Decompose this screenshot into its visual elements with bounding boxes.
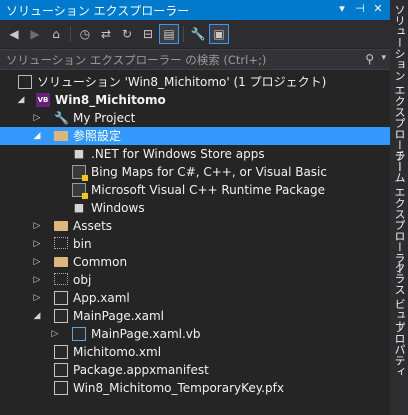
collapse-arrow-icon[interactable]: ▷ [32, 271, 42, 289]
tree-item-app-xaml[interactable]: ▷ App.xaml [0, 289, 390, 307]
preview-icon[interactable]: ▣ [209, 24, 229, 44]
tree-item-label: Common [73, 255, 128, 269]
xaml-file-icon [54, 291, 68, 305]
tree-item-label: Microsoft Visual C++ Runtime Package [91, 183, 326, 197]
tree-item-michitomo-xml[interactable]: Michitomo.xml [0, 343, 390, 361]
collapse-arrow-icon[interactable]: ▷ [32, 217, 42, 235]
collapse-arrow-icon[interactable]: ▷ [32, 253, 42, 271]
collapse-arrow-icon[interactable]: ▷ [32, 235, 42, 253]
side-tab-strip: ソリューション エクスプローラー チーム エクスプローラー クラス ビュー プロ… [390, 0, 408, 415]
home-icon[interactable]: ⌂ [46, 24, 66, 44]
sync-icon[interactable]: ⇄ [96, 24, 116, 44]
reference-icon: ■ [73, 201, 85, 214]
dropdown-icon[interactable]: ▾ [334, 1, 350, 17]
tree-item-label: Bing Maps for C#, C++, or Visual Basic [91, 165, 327, 179]
tree-item-references[interactable]: ◢ 参照設定 [0, 127, 390, 145]
tree-item-ref-bing[interactable]: Bing Maps for C#, C++, or Visual Basic [0, 163, 390, 181]
tree-item-bin[interactable]: ▷ bin [0, 235, 390, 253]
tree-item-label: .NET for Windows Store apps [91, 147, 265, 161]
tree-item-project[interactable]: ◢ VB Win8_Michitomo [0, 91, 390, 109]
reference-icon: ■ [73, 147, 85, 160]
solution-explorer-panel: ソリューション エクスプローラー ▾ ⊣ ✕ ◀ ▶ ⌂ ◷ ⇄ ↻ ⊟ ▤ 🔧… [0, 0, 390, 415]
forward-icon[interactable]: ▶ [25, 24, 45, 44]
tree-item-my-project[interactable]: ▷ 🔧 My Project [0, 109, 390, 127]
tree-item-manifest[interactable]: Package.appxmanifest [0, 361, 390, 379]
tree-item-common[interactable]: ▷ Common [0, 253, 390, 271]
tree-item-label: MainPage.xaml [73, 309, 164, 323]
collapse-arrow-icon[interactable]: ▷ [50, 325, 60, 343]
search-options-dropdown-icon[interactable]: ▾ [381, 53, 386, 63]
solution-explorer-toolbar: ◀ ▶ ⌂ ◷ ⇄ ↻ ⊟ ▤ 🔧 ▣ [0, 20, 390, 48]
tree-item-obj[interactable]: ▷ obj [0, 271, 390, 289]
tree-item-label: 参照設定 [73, 129, 122, 143]
vb-file-icon [72, 327, 86, 341]
references-folder-icon [54, 131, 68, 141]
manifest-file-icon [54, 363, 68, 377]
vb-project-icon: VB [36, 93, 50, 107]
close-icon[interactable]: ✕ [370, 1, 386, 17]
tree-item-mainpage-vb[interactable]: ▷ MainPage.xaml.vb [0, 325, 390, 343]
toolbar-separator [70, 26, 71, 42]
panel-title-bar[interactable]: ソリューション エクスプローラー ▾ ⊣ ✕ [0, 0, 390, 20]
back-icon[interactable]: ◀ [4, 24, 24, 44]
wrench-icon: 🔧 [54, 111, 69, 125]
toolbar-separator [183, 26, 184, 42]
tree-item-ref-windows[interactable]: ■ Windows [0, 199, 390, 217]
tree-item-label: App.xaml [73, 291, 130, 305]
tree-item-label: MainPage.xaml.vb [91, 327, 201, 341]
tree-item-assets[interactable]: ▷ Assets [0, 217, 390, 235]
show-all-icon[interactable]: ▤ [159, 24, 179, 44]
tree-item-ref-vcpp[interactable]: Microsoft Visual C++ Runtime Package [0, 181, 390, 199]
tree-item-solution[interactable]: ソリューション 'Win8_Michitomo' (1 プロジェクト) [0, 73, 390, 91]
expand-arrow-icon[interactable]: ◢ [32, 307, 42, 325]
folder-icon [54, 257, 68, 267]
tree-item-label: My Project [73, 111, 136, 125]
tree-item-pfx[interactable]: Win8_Michitomo_TemporaryKey.pfx [0, 379, 390, 397]
hidden-folder-icon [54, 273, 68, 285]
properties-icon[interactable]: 🔧 [188, 24, 208, 44]
tree-item-label: Windows [91, 201, 145, 215]
search-box: ⚲ ▾ [0, 49, 390, 70]
hidden-folder-icon [54, 237, 68, 249]
history-icon[interactable]: ◷ [75, 24, 95, 44]
reference-warning-icon [72, 165, 88, 181]
collapse-icon[interactable]: ⊟ [138, 24, 158, 44]
xml-file-icon [54, 345, 68, 359]
solution-tree: ソリューション 'Win8_Michitomo' (1 プロジェクト) ◢ VB… [0, 73, 390, 397]
tree-item-ref-net[interactable]: ■ .NET for Windows Store apps [0, 145, 390, 163]
folder-icon [54, 221, 68, 231]
side-tab-solution-explorer[interactable]: ソリューション エクスプローラー [391, 4, 407, 173]
tree-item-label: Michitomo.xml [73, 345, 162, 359]
side-tab-properties[interactable]: プロパティ [391, 322, 407, 377]
certificate-file-icon [54, 381, 68, 395]
collapse-arrow-icon[interactable]: ▷ [32, 109, 42, 127]
expand-arrow-icon[interactable]: ◢ [32, 127, 42, 145]
search-input[interactable] [0, 50, 372, 69]
tree-item-label: bin [73, 237, 92, 251]
tree-item-mainpage-xaml[interactable]: ◢ MainPage.xaml [0, 307, 390, 325]
panel-title: ソリューション エクスプローラー [6, 4, 190, 18]
tree-item-label: Assets [73, 219, 113, 233]
tree-item-label: Win8_Michitomo_TemporaryKey.pfx [73, 381, 284, 395]
tree-item-label: obj [73, 273, 92, 287]
reference-warning-icon [72, 183, 88, 199]
xaml-file-icon [54, 309, 68, 323]
solution-icon [18, 75, 32, 89]
tree-item-label: ソリューション 'Win8_Michitomo' (1 プロジェクト) [37, 75, 327, 89]
expand-arrow-icon[interactable]: ◢ [16, 91, 26, 109]
pin-icon[interactable]: ⊣ [352, 1, 368, 17]
side-tab-team-explorer[interactable]: チーム エクスプローラー [391, 150, 407, 275]
tree-item-label: Package.appxmanifest [73, 363, 209, 377]
collapse-arrow-icon[interactable]: ▷ [32, 289, 42, 307]
search-icon[interactable]: ⚲ [365, 52, 374, 66]
tree-item-label: Win8_Michitomo [55, 93, 166, 107]
refresh-icon[interactable]: ↻ [117, 24, 137, 44]
